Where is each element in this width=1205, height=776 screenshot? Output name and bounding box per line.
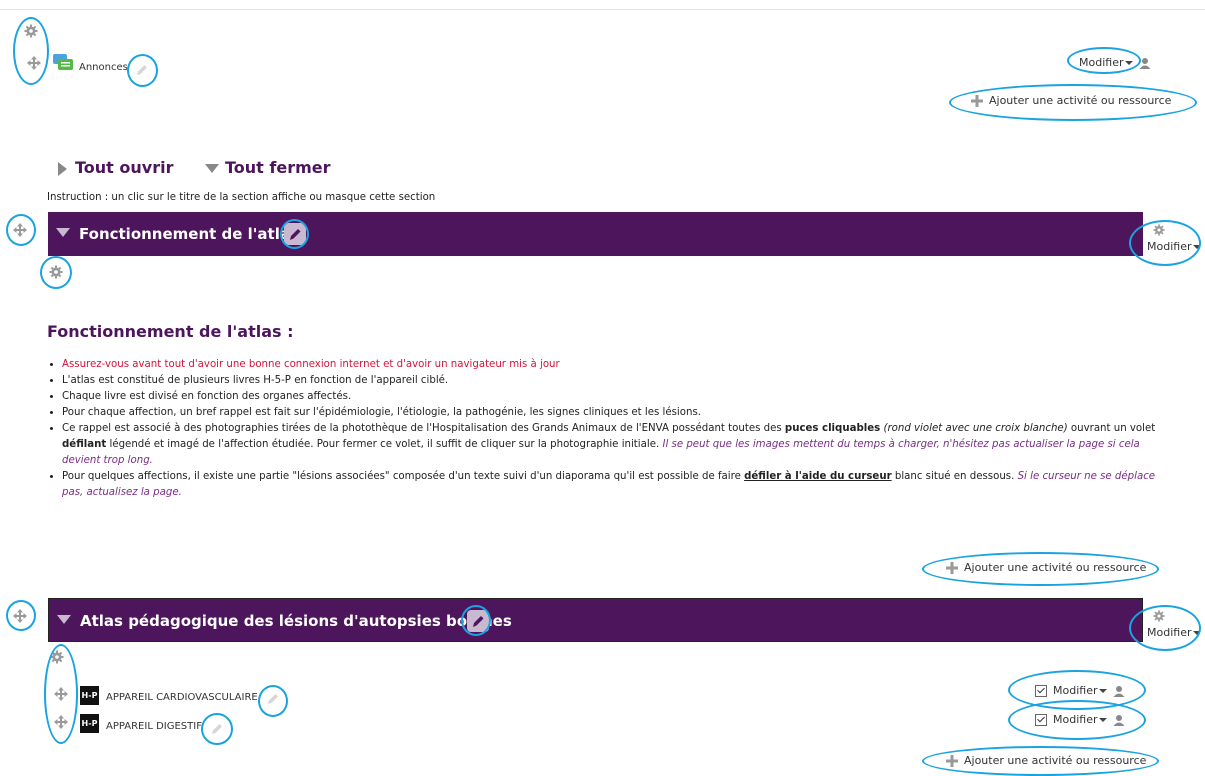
move-icon[interactable] [13,609,27,623]
text: légendé et imagé de l'affection étudiée.… [106,439,663,450]
close-all-toggle[interactable]: Tout fermer [205,158,331,177]
plus-icon [971,95,983,107]
add-activity-link[interactable]: Ajouter une activité ou ressource [946,561,1146,574]
add-activity-link[interactable]: Ajouter une activité ou ressource [971,94,1171,107]
add-activity-label: Ajouter une activité ou ressource [964,561,1147,574]
text: Pour quelques affections, il existe une … [62,471,745,482]
modifier-label: Modifier [1147,626,1192,639]
open-all-toggle[interactable]: Tout ouvrir [58,158,173,177]
plus-icon [946,755,958,767]
instruction-text: Instruction : un clic sur le titre de la… [47,192,436,203]
chevron-down-icon [56,228,70,237]
modifier-label: Modifier [1053,713,1098,726]
list-item: L'atlas est constitué de plusieurs livre… [62,373,1172,389]
move-icon[interactable] [54,687,68,701]
person-icon [1139,58,1151,69]
pencil-icon[interactable] [266,692,280,706]
bold-text: défilant [62,439,107,450]
italic-text: (rond violet avec une croix blanche) [880,423,1068,434]
activity-link[interactable]: APPAREIL DIGESTIF [106,721,202,732]
activity-modifier-menu[interactable]: Modifier [1035,713,1125,726]
plus-icon [946,562,958,574]
forum-icon [53,54,73,70]
completion-checkbox-icon[interactable] [1035,714,1047,726]
caret-down-icon [1099,689,1108,693]
section-heading: Fonctionnement de l'atlas : [47,322,294,341]
section-title: Atlas pédagogique des lésions d'autopsie… [80,612,512,630]
add-activity-label: Ajouter une activité ou ressource [989,94,1172,107]
add-activity-label: Ajouter une activité ou ressource [964,754,1147,767]
close-all-label: Tout fermer [225,158,331,177]
announce-link[interactable]: Annonces [79,62,128,73]
gear-icon[interactable] [50,650,64,664]
gear-icon[interactable] [24,24,38,38]
gear-icon [1153,224,1165,236]
caret-down-icon [1193,245,1202,249]
gear-icon [1153,610,1165,622]
open-all-label: Tout ouvrir [75,158,174,177]
chevron-down-icon [205,164,219,173]
activity-link[interactable]: APPAREIL CARDIOVASCULAIRE [106,692,258,703]
modifier-label: Modifier [1147,240,1192,253]
move-icon[interactable] [54,715,68,729]
section-header[interactable]: Fonctionnement de l'atlas [48,212,1143,256]
pencil-icon[interactable] [210,722,224,736]
underlined-text: défiler à l'aide du curseur [744,471,892,482]
top-border [0,0,1205,10]
list-item: Pour quelques affections, il existe une … [62,469,1172,501]
modifier-label: Modifier [1079,56,1124,69]
add-activity-link[interactable]: Ajouter une activité ou ressource [946,754,1146,767]
pencil-icon[interactable] [135,63,149,77]
modifier-menu[interactable]: Modifier [1079,56,1151,69]
chevron-down-icon [57,615,71,624]
section-title: Fonctionnement de l'atlas [79,225,299,243]
caret-down-icon [1193,631,1202,635]
list-item: Pour chaque affection, un bref rappel es… [62,405,1172,421]
bold-text: puces cliquables [784,423,881,434]
caret-down-icon [1125,61,1134,65]
list-item: Ce rappel est associé à des photographie… [62,421,1172,469]
edit-title-icon[interactable] [284,223,306,245]
caret-down-icon [1099,718,1108,722]
completion-checkbox-icon[interactable] [1035,685,1047,697]
warning-text: Assurez-vous avant tout d'avoir une bonn… [62,359,560,370]
section-header[interactable]: Atlas pédagogique des lésions d'autopsie… [48,598,1143,642]
person-icon [1113,715,1125,726]
text: ouvrant un volet [1067,423,1156,434]
modifier-label: Modifier [1053,684,1098,697]
info-list: Assurez-vous avant tout d'avoir une bonn… [46,357,1172,501]
person-icon [1113,686,1125,697]
h5p-icon: H-P [80,686,99,705]
list-item: Chaque livre est divisé en fonction des … [62,389,1172,405]
move-icon[interactable] [13,223,27,237]
text: Ce rappel est associé à des photographie… [62,423,785,434]
list-item: Assurez-vous avant tout d'avoir une bonn… [62,357,1172,373]
move-icon[interactable] [27,56,41,70]
gear-icon[interactable] [49,265,63,279]
activity-modifier-menu[interactable]: Modifier [1035,684,1125,697]
h5p-icon: H-P [80,714,99,733]
text: blanc situé en dessous. [891,471,1018,482]
chevron-right-icon [58,161,67,176]
edit-title-icon[interactable] [467,610,489,632]
